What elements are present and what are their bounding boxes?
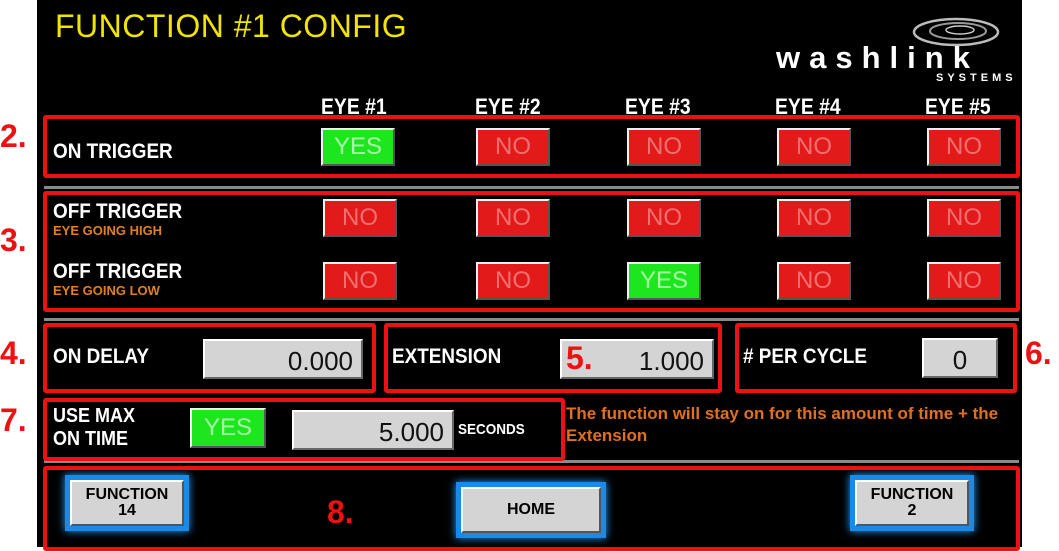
annotation-number-7: 7.: [0, 402, 27, 438]
annotation-box-5: [384, 323, 722, 393]
annotation-number-6: 6.: [1025, 335, 1052, 371]
washlink-logo: washlink SYSTEMS: [776, 12, 1024, 84]
annotation-number-2: 2.: [0, 118, 27, 154]
logo-subtitle: SYSTEMS: [936, 72, 1017, 84]
annotation-box-3: [43, 191, 1020, 312]
divider: [44, 318, 1019, 321]
annotation-box-2: [43, 115, 1020, 178]
logo-word: washlink: [776, 40, 979, 75]
page-title: FUNCTION #1 CONFIG: [55, 8, 408, 44]
annotation-number-4: 4.: [0, 335, 27, 371]
annotation-box-4: [43, 323, 376, 393]
annotation-number-8: 8.: [327, 494, 354, 530]
annotation-number-5: 5.: [566, 340, 593, 376]
max-on-time-note: The function will stay on for this amoun…: [566, 404, 999, 445]
divider: [44, 186, 1019, 189]
annotation-box-8: [43, 466, 1020, 551]
annotation-box-7: [43, 398, 565, 461]
annotation-box-6: [735, 323, 1017, 393]
annotation-number-3: 3.: [0, 222, 27, 258]
